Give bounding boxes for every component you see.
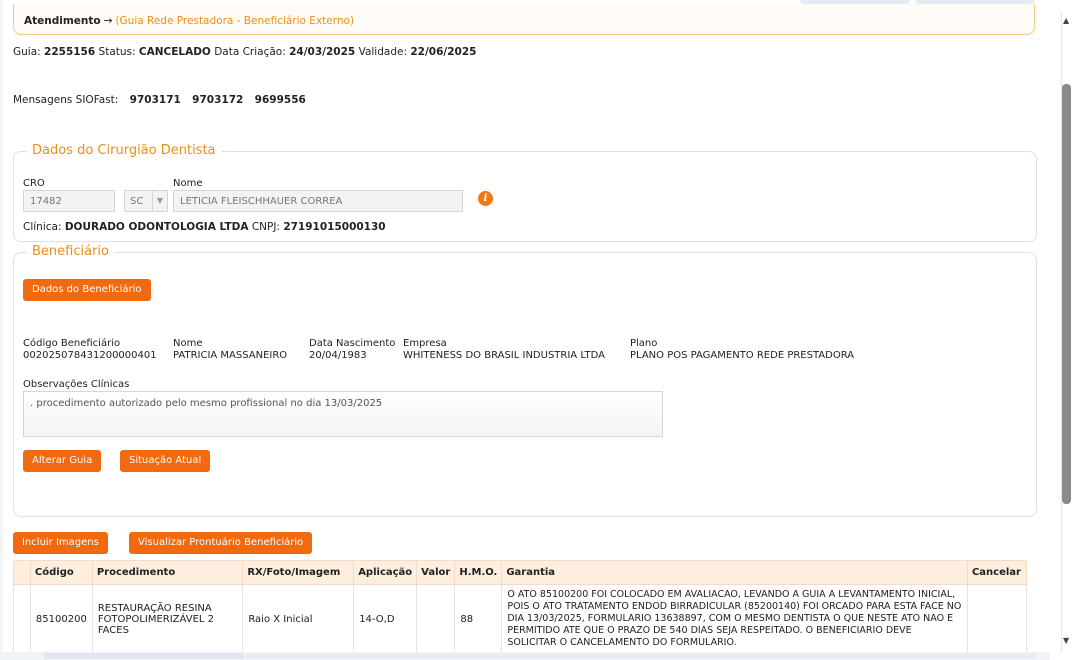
col-header-cancelar: Cancelar — [966, 560, 1028, 585]
visualizar-prontuario-button[interactable]: Visualizar Prontuário Beneficiário — [129, 532, 313, 554]
validade-value: 22/06/2025 — [410, 46, 477, 58]
guia-info-line: Guia: 2255156 Status: CANCELADO Data Cri… — [13, 46, 476, 58]
col-header-valor: Valor — [416, 560, 456, 585]
cell-rx: Raio X Inicial — [242, 584, 355, 654]
plano-value: PLANO POS PAGAMENTO REDE PRESTADORA — [630, 350, 855, 361]
breadcrumb-arrow: → — [103, 15, 113, 27]
cell-procedimento: RESTAURAÇÃO RESINA FOTOPOLIMERIZÁVEL 2 F… — [91, 584, 244, 654]
beneficiario-fieldset: Beneficiário — [13, 244, 1037, 517]
row-spacer — [13, 584, 31, 654]
col-header-garantia: Garantia — [501, 560, 968, 585]
cell-hmo: 88 — [454, 584, 503, 654]
window-left-edge — [0, 0, 3, 660]
situacao-atual-button[interactable]: Situação Atual — [120, 450, 211, 472]
clinica-label: Clínica: — [23, 221, 62, 233]
horizontal-scrollbar[interactable] — [0, 652, 1050, 660]
status-label: Status: — [98, 46, 136, 58]
cnpj-value: 27191015000130 — [283, 221, 386, 233]
empresa-value: WHITENESS DO BRASIL INDUSTRIA LTDA — [403, 350, 605, 361]
nome-dentista-input[interactable]: LETICIA FLEISCHHAUER CORREA — [173, 190, 463, 212]
cro-label: CRO — [23, 178, 45, 189]
mensagem-id[interactable]: 9703171 — [130, 94, 181, 106]
procedimentos-table: Código Procedimento RX/Foto/Imagem Aplic… — [13, 560, 1028, 654]
codigo-beneficiario-label: Código Beneficiário — [23, 338, 121, 349]
breadcrumb-root[interactable]: Atendimento — [24, 15, 101, 27]
col-header-procedimento: Procedimento — [91, 560, 244, 585]
clinica-line: Clínica: DOURADO ODONTOLOGIA LTDA CNPJ: … — [23, 221, 386, 233]
mensagem-id[interactable]: 9699556 — [255, 94, 306, 106]
nome-beneficiario-label: Nome — [173, 338, 203, 349]
cell-cancelar[interactable] — [966, 584, 1028, 654]
cell-garantia: O ATO 85100200 FOI COLOCADO EM AVALIACAO… — [501, 584, 968, 654]
mensagem-id[interactable]: 9703172 — [192, 94, 243, 106]
clinica-value: DOURADO ODONTOLOGIA LTDA — [64, 221, 249, 233]
criacao-value: 24/03/2025 — [289, 46, 356, 58]
observacoes-textarea[interactable]: . procedimento autorizado pelo mesmo pro… — [23, 391, 663, 437]
cell-valor — [416, 584, 456, 654]
criacao-label: Data Criação: — [214, 46, 286, 58]
col-header-rx: RX/Foto/Imagem — [242, 560, 355, 585]
guia-label: Guia: — [13, 46, 41, 58]
dados-beneficiario-button[interactable]: Dados do Beneficiário — [23, 279, 151, 301]
validade-label: Validade: — [358, 46, 407, 58]
status-value: CANCELADO — [138, 46, 211, 58]
cell-aplicacao: 14-O,D — [353, 584, 418, 654]
horizontal-scrollbar-thumb[interactable] — [44, 653, 244, 659]
plano-label: Plano — [630, 338, 658, 349]
dentista-legend: Dados do Cirurgião Dentista — [27, 143, 221, 158]
col-header-aplicacao: Aplicação — [353, 560, 418, 585]
table-header-row: Código Procedimento RX/Foto/Imagem Aplic… — [13, 560, 1028, 585]
cnpj-label: CNPJ: — [251, 221, 280, 233]
table-header-spacer — [13, 560, 31, 585]
info-icon[interactable]: i — [478, 191, 493, 206]
mensagens-line: Mensagens SIOFast: 9703171 9703172 96995… — [13, 94, 306, 106]
nome-beneficiario-value: PATRICIA MASSANEIRO — [173, 350, 288, 361]
empresa-label: Empresa — [403, 338, 447, 349]
scroll-down-icon[interactable]: ▼ — [1063, 636, 1069, 645]
horizontal-scrollbar-track — [246, 653, 1036, 659]
mensagens-label: Mensagens SIOFast: — [13, 94, 119, 106]
table-row[interactable]: 85100200 RESTAURAÇÃO RESINA FOTOPOLIMERI… — [13, 584, 1028, 654]
cell-codigo: 85100200 — [29, 584, 93, 654]
incluir-imagens-button[interactable]: Incluir Imagens — [13, 532, 108, 554]
beneficiario-legend: Beneficiário — [27, 244, 114, 259]
col-header-hmo: H.M.O. — [454, 560, 503, 585]
cro-input[interactable]: 17482 — [23, 190, 115, 212]
observacoes-label: Observações Clínicas — [23, 379, 130, 390]
breadcrumb: Atendimento → (Guia Rede Prestadora - Bene… — [13, 4, 1035, 35]
col-header-codigo: Código — [29, 560, 93, 585]
chevron-down-icon: ▼ — [152, 191, 167, 211]
guia-number: 2255156 — [44, 46, 96, 58]
data-nascimento-value: 20/04/1983 — [309, 350, 367, 361]
scroll-up-icon[interactable]: ▲ — [1063, 16, 1069, 25]
vertical-scrollbar[interactable]: ▲ ▼ — [1050, 0, 1076, 660]
uf-selected: SC — [130, 196, 144, 207]
vertical-scrollbar-thumb[interactable] — [1062, 84, 1071, 504]
uf-select[interactable]: SC ▼ — [124, 190, 168, 212]
alterar-guia-button[interactable]: Alterar Guia — [23, 450, 102, 472]
breadcrumb-current[interactable]: (Guia Rede Prestadora - Beneficiário Ext… — [115, 15, 354, 27]
codigo-beneficiario-value: 00202507843120000040​1 — [23, 350, 157, 361]
nome-dentista-label: Nome — [173, 178, 203, 189]
data-nascimento-label: Data Nascimento — [309, 338, 396, 349]
